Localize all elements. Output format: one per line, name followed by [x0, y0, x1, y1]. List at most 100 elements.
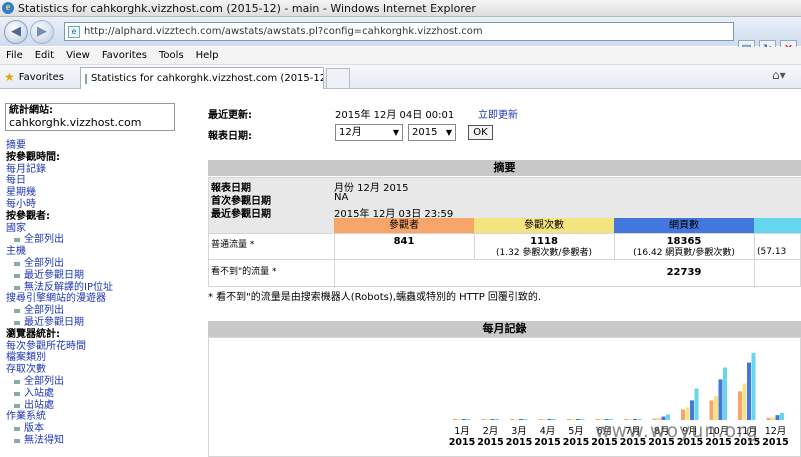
update-now-link[interactable]: 立即更新	[478, 106, 518, 121]
chart-bar	[571, 419, 576, 420]
sidebar-link[interactable]: 全部列出	[6, 376, 196, 388]
sidebar: 統計網站: cahkorghk.vizzhost.com 摘要 按參觀時間: 每月記…	[0, 90, 200, 457]
sidebar-link[interactable]: 作業系統	[6, 411, 196, 423]
sidebar-link[interactable]: 主機	[6, 246, 196, 258]
sidebar-link[interactable]: 摘要	[6, 140, 196, 152]
chart-bar	[495, 419, 499, 420]
sidebar-heading: 按參觀時間:	[6, 151, 60, 163]
chart-bar	[519, 419, 523, 420]
traffic-note: * 看不到"的流量是由搜索機器人(Robots),蠕蟲或特別的 HTTP 回覆引…	[208, 292, 542, 303]
chart-bar	[775, 415, 780, 420]
window-titlebar: e Statistics for cahkorghk.vizzhost.com …	[0, 0, 801, 17]
summary-info	[209, 178, 801, 218]
ok-button[interactable]: OK	[468, 125, 493, 140]
menu-favorites[interactable]: Favorites	[102, 50, 147, 61]
sidebar-link[interactable]: 最近參觀日期	[6, 270, 196, 282]
chart-tick-label: 2015	[534, 437, 560, 448]
page-icon	[85, 73, 87, 84]
year-select[interactable]: 2015 ▼	[408, 124, 456, 141]
address-url: http://alphard.vizztech.com/awstats/awst…	[84, 26, 483, 37]
chart-bar	[714, 396, 718, 420]
sidebar-link[interactable]: 無法得知	[6, 435, 196, 447]
menu-bar: File Edit View Favorites Tools Help	[0, 47, 801, 65]
favorites-label: Favorites	[18, 71, 64, 83]
menu-edit[interactable]: Edit	[35, 50, 54, 61]
chart-bar	[681, 409, 685, 420]
forward-icon[interactable]: ▶	[30, 20, 54, 44]
sidebar-heading: 按參觀者:	[6, 210, 50, 222]
chart-tick-label: 2015	[762, 437, 788, 448]
chart-tick-label: 2015	[506, 437, 532, 448]
chart-bar	[747, 362, 751, 420]
sidebar-link[interactable]: 星期幾	[6, 187, 196, 199]
unseen-pages: 22739	[666, 267, 702, 278]
menu-view[interactable]: View	[66, 50, 90, 61]
normal-visits: 1118	[530, 236, 558, 247]
normal-visits-sub: (1.32 參觀次數/參觀者)	[496, 248, 592, 258]
menu-tools[interactable]: Tools	[159, 50, 184, 61]
chart-bar	[547, 419, 552, 420]
report-date-label: 報表日期:	[208, 131, 252, 142]
back-icon[interactable]: ◀	[4, 20, 28, 44]
new-tab-button[interactable]	[326, 68, 350, 88]
month-select[interactable]: 12月 ▼	[335, 124, 403, 141]
sidebar-link[interactable]: 全部列出	[6, 305, 196, 317]
page-icon: e	[68, 25, 80, 38]
sidebar-menu: 摘要 按參觀時間: 每月記錄 每日 星期幾 每小時 按參觀者: 國家 全部列出 主機 全部列出 最近參…	[6, 140, 196, 447]
sidebar-link[interactable]: 入站處	[6, 388, 196, 400]
monthly-title: 每月記錄	[208, 321, 801, 337]
sidebar-link[interactable]: 全部列出	[6, 234, 196, 246]
window-title: Statistics for cahkorghk.vizzhost.com (2…	[18, 1, 476, 15]
summary-table: 報表日期 月份 12月 2015 首次參觀日期 NA 最近參觀日期 2015年 …	[208, 177, 801, 288]
divider	[209, 259, 801, 260]
sidebar-link[interactable]: 每小時	[6, 199, 196, 211]
sidebar-link[interactable]: 最近參觀日期	[6, 317, 196, 329]
chart-bar	[694, 388, 699, 420]
visitors-header: 參觀者	[334, 218, 474, 233]
chart-bar	[709, 400, 714, 420]
chart-bar	[742, 383, 747, 420]
sidebar-link[interactable]: 出站處	[6, 400, 196, 412]
chart-tick-label: 4月	[540, 426, 556, 437]
tab-active[interactable]: Statistics for cahkorghk.vizzhost.com (2…	[80, 67, 324, 89]
chart-tick-label: 1月	[454, 426, 470, 437]
chart-bar	[718, 379, 723, 420]
chart-bar	[510, 419, 514, 420]
chart-bar	[490, 419, 495, 420]
chart-tick-label: 12月	[765, 426, 787, 437]
address-bar[interactable]: e http://alphard.vizztech.com/awstats/aw…	[64, 22, 734, 41]
chart-bar	[486, 419, 490, 420]
tab-title: Statistics for cahkorghk.vizzhost.com (2…	[91, 73, 324, 84]
menu-file[interactable]: File	[6, 50, 23, 61]
normal-pages: 18365	[666, 236, 702, 247]
sidebar-link[interactable]: 全部列出	[6, 258, 196, 270]
favorites-button[interactable]: ★ Favorites	[4, 69, 64, 85]
sidebar-link[interactable]: 每次參觀所花時間	[6, 341, 196, 353]
chart-tick-label: 2015	[563, 437, 589, 448]
chart-bar	[766, 417, 771, 420]
chart-bar	[462, 419, 466, 420]
sidebar-link[interactable]: 無法反解譯的IP位址	[6, 282, 196, 294]
hits-header	[754, 218, 801, 233]
chart-bar	[580, 419, 585, 420]
sidebar-link[interactable]: 每月記錄	[6, 164, 196, 176]
normal-pages-sub: (16.42 網頁數/參觀次數)	[633, 248, 735, 258]
normal-hits-sub: (57.13	[757, 247, 787, 257]
home-icon[interactable]: ⌂▾	[772, 68, 786, 82]
menu-help[interactable]: Help	[196, 50, 219, 61]
sidebar-link[interactable]: 每日	[6, 175, 196, 187]
chart-tick-label: 5月	[568, 426, 584, 437]
sidebar-link[interactable]: 存取次數	[6, 364, 196, 376]
site-value: cahkorghk.vizzhost.com	[9, 115, 142, 129]
last-update-value: 2015年 12月 04日 00:01	[335, 110, 455, 121]
sidebar-link[interactable]: 檔案類別	[6, 352, 196, 364]
chart-bar	[685, 407, 690, 420]
watermark: www.woyun.org	[595, 420, 759, 442]
sidebar-link[interactable]: 國家	[6, 223, 196, 235]
sidebar-link[interactable]: 搜尋引擎網站的漫遊器	[6, 293, 196, 305]
divider	[209, 233, 801, 234]
chart-bar	[738, 391, 742, 420]
chart-bar	[481, 419, 486, 420]
ie-logo-icon: e	[2, 2, 14, 14]
sidebar-link[interactable]: 版本	[6, 423, 196, 435]
